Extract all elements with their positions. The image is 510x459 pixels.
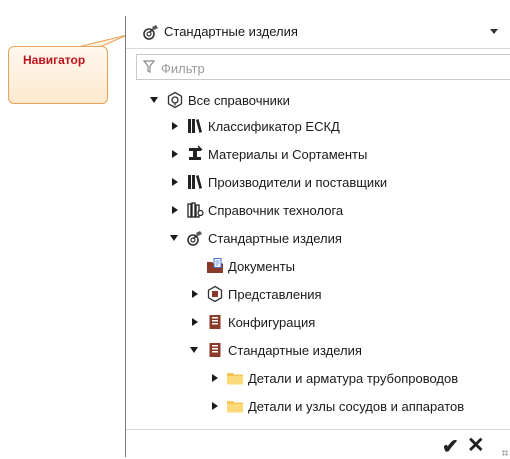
tree-node-label: Все справочники xyxy=(188,92,290,108)
expand-toggle[interactable] xyxy=(210,373,220,383)
callout-label: Навигатор xyxy=(23,53,86,67)
tree-node-label: Стандартные изделия xyxy=(228,342,362,358)
books-icon xyxy=(188,119,202,133)
expand-toggle[interactable] xyxy=(190,345,200,355)
expand-toggle[interactable] xyxy=(170,233,180,243)
resize-grip[interactable] xyxy=(502,450,508,456)
documents-folder-icon xyxy=(207,258,223,273)
tree-node-configuration[interactable]: Конфигурация xyxy=(190,310,315,334)
expand-toggle[interactable] xyxy=(210,401,220,411)
tree-node-standard-parts[interactable]: Стандартные изделия xyxy=(170,226,342,250)
tree-node-materials[interactable]: Материалы и Сортаменты xyxy=(170,142,367,166)
expand-toggle[interactable] xyxy=(170,121,180,131)
tree-node-eskd[interactable]: Классификатор ЕСКД xyxy=(170,114,340,138)
expand-toggle[interactable] xyxy=(190,317,200,327)
tree-node-technologist[interactable]: Справочник технолога xyxy=(170,198,343,222)
tree-node-label: Детали и арматура трубопроводов xyxy=(248,370,459,386)
expand-toggle[interactable] xyxy=(170,149,180,159)
expand-toggle[interactable] xyxy=(170,177,180,187)
technologist-icon xyxy=(187,202,204,218)
tree-node-label: Производители и поставщики xyxy=(208,174,388,190)
standard-parts-icon xyxy=(143,25,158,40)
funnel-icon xyxy=(143,60,155,73)
checkmark-icon[interactable]: ✔ xyxy=(442,434,459,459)
expand-toggle[interactable] xyxy=(170,205,180,215)
tree-node-views[interactable]: Представления xyxy=(190,282,322,306)
filter-input[interactable] xyxy=(159,58,463,78)
expand-toggle[interactable] xyxy=(150,95,160,105)
tree-node-label: Справочник технолога xyxy=(208,202,344,218)
tree-node-label: Конфигурация xyxy=(228,314,316,330)
dialog-footer: ✔ ✕ xyxy=(126,429,510,458)
expand-toggle[interactable] xyxy=(190,289,200,299)
navigator-panel: Стандартные изделия Все справочники xyxy=(125,16,510,458)
close-icon[interactable]: ✕ xyxy=(467,433,485,458)
book-icon xyxy=(209,343,221,357)
tree-node-label: Стандартные изделия xyxy=(208,230,342,246)
tree-node-label: Материалы и Сортаменты xyxy=(208,146,368,162)
navigator-callout: Навигатор xyxy=(8,46,108,104)
catalog-title: Стандартные изделия xyxy=(164,24,298,39)
tree-node-label: Детали и узлы сосудов и аппаратов xyxy=(248,398,465,414)
materials-icon xyxy=(189,145,203,160)
book-icon xyxy=(209,315,221,329)
tree-node-label: Представления xyxy=(228,286,322,302)
tree-node-manufacturers[interactable]: Производители и поставщики xyxy=(170,170,387,194)
folder-icon xyxy=(227,401,243,413)
catalog-root-icon xyxy=(167,91,183,109)
folder-icon xyxy=(227,373,243,385)
standard-parts-icon xyxy=(187,231,202,246)
filter-box xyxy=(136,54,510,80)
tree-node-standard-parts-sub[interactable]: Стандартные изделия xyxy=(190,338,362,362)
view-icon xyxy=(207,285,223,303)
tree-node-pipeline-parts[interactable]: Детали и арматура трубопроводов xyxy=(210,366,458,390)
tree-node-vessel-parts[interactable]: Детали и узлы сосудов и аппаратов xyxy=(210,394,464,418)
chevron-down-icon[interactable] xyxy=(490,29,498,34)
tree-node-documents[interactable]: Документы xyxy=(206,254,295,278)
catalog-selector[interactable]: Стандартные изделия xyxy=(126,16,510,49)
tree-node-label: Классификатор ЕСКД xyxy=(208,118,340,134)
tree-node-root[interactable]: Все справочники xyxy=(150,88,290,112)
tree-node-label: Документы xyxy=(228,258,296,274)
books-icon xyxy=(188,175,202,189)
